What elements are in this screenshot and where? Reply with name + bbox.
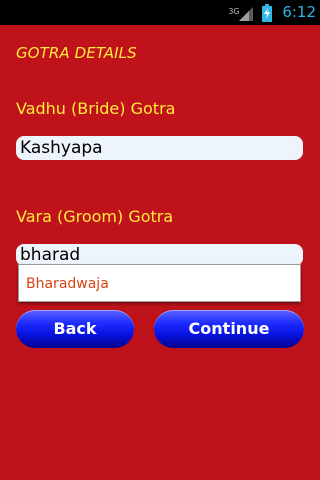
status-bar: 3G 6:12: [0, 0, 320, 25]
network-type: 3G: [228, 6, 240, 16]
status-time: 6:12: [282, 3, 316, 21]
status-icons: 3G 6:12: [228, 0, 316, 25]
groom-gotra-label: Vara (Groom) Gotra: [16, 207, 174, 226]
autocomplete-dropdown: Bharadwaja: [18, 264, 301, 302]
bride-gotra-label: Vadhu (Bride) Gotra: [16, 99, 176, 118]
page-title: GOTRA DETAILS: [16, 44, 137, 62]
bride-gotra-input[interactable]: [16, 136, 303, 160]
suggestion-item[interactable]: Bharadwaja: [26, 276, 109, 292]
continue-button[interactable]: Continue: [154, 310, 304, 348]
back-button[interactable]: Back: [16, 310, 134, 348]
battery-charging-icon: [262, 3, 273, 22]
signal-icon: 3G: [228, 4, 256, 22]
groom-gotra-input[interactable]: [16, 244, 303, 266]
